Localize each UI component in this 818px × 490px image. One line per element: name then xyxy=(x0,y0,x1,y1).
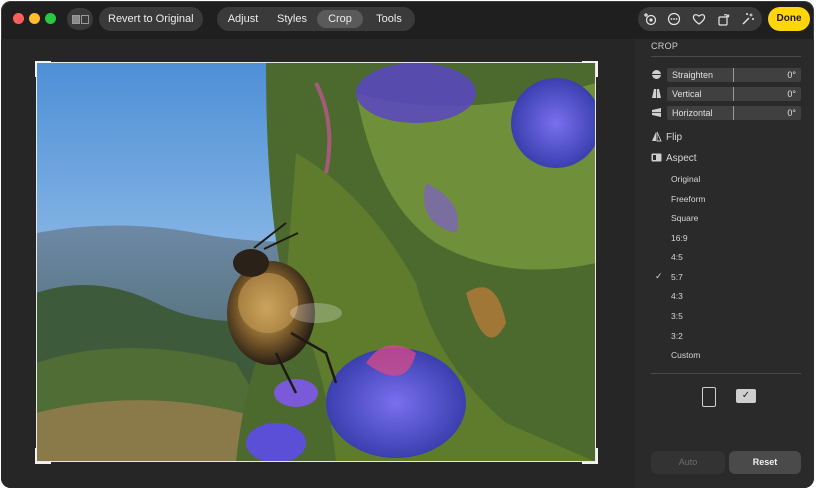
crop-sidebar: CROP Straighten 0° Vertical 0° Horizonta… xyxy=(635,39,814,488)
rotate-icon[interactable] xyxy=(715,10,733,28)
vertical-slider-row: Vertical 0° xyxy=(651,87,801,101)
crop-edge-bottom[interactable] xyxy=(36,461,596,462)
landscape-orientation-button[interactable]: ✓ xyxy=(736,389,756,403)
crop-handle-top-right[interactable] xyxy=(582,61,598,77)
aspect-icon xyxy=(651,153,662,162)
straighten-icon xyxy=(652,70,661,79)
aspect-option-freeform[interactable]: Freeform xyxy=(671,193,705,205)
add-enhance-icon[interactable] xyxy=(641,10,659,28)
aspect-option-3-2[interactable]: 3:2 xyxy=(671,330,683,342)
aspect-option-4-3[interactable]: 4:3 xyxy=(671,290,683,302)
aspect-option-original[interactable]: Original xyxy=(671,173,700,185)
divider xyxy=(651,373,801,374)
auto-button[interactable]: Auto xyxy=(651,451,725,474)
vertical-perspective-icon xyxy=(652,89,661,98)
tab-styles[interactable]: Styles xyxy=(271,10,313,28)
crop-handle-bottom-left[interactable] xyxy=(35,448,51,464)
tab-tools[interactable]: Tools xyxy=(367,10,411,28)
aspect-option-16-9[interactable]: 16:9 xyxy=(671,232,688,244)
minimize-window-button[interactable] xyxy=(29,13,40,24)
favorite-heart-icon[interactable] xyxy=(690,10,708,28)
aspect-option-custom[interactable]: Custom xyxy=(671,349,700,361)
auto-enhance-wand-icon[interactable] xyxy=(739,10,757,28)
aspect-option-3-5[interactable]: 3:5 xyxy=(671,310,683,322)
slider-center-mark xyxy=(733,106,734,120)
tab-crop[interactable]: Crop xyxy=(317,10,363,28)
tab-adjust[interactable]: Adjust xyxy=(223,10,263,28)
edit-mode-tabs: Adjust Styles Crop Tools xyxy=(217,7,415,31)
slider-center-mark xyxy=(733,87,734,101)
bee-on-flowers-photo xyxy=(36,63,596,462)
done-button[interactable]: Done xyxy=(768,7,810,31)
vertical-value: 0° xyxy=(787,89,796,99)
fullscreen-window-button[interactable] xyxy=(45,13,56,24)
crop-edge-top[interactable] xyxy=(36,62,596,63)
divider xyxy=(651,56,801,57)
photo-canvas xyxy=(1,39,635,488)
aspect-menu[interactable]: Aspect xyxy=(651,152,697,166)
vertical-slider[interactable]: Vertical 0° xyxy=(667,87,801,101)
straighten-value: 0° xyxy=(787,70,796,80)
crop-edge-left[interactable] xyxy=(36,62,37,462)
aspect-option-square[interactable]: Square xyxy=(671,212,698,224)
aspect-label: Aspect xyxy=(666,153,697,164)
horizontal-slider-row: Horizontal 0° xyxy=(651,106,801,120)
aspect-option-4-5[interactable]: 4:5 xyxy=(671,251,683,263)
crop-handle-bottom-right[interactable] xyxy=(582,448,598,464)
after-view-icon xyxy=(80,14,89,24)
flip-label: Flip xyxy=(666,132,683,143)
portrait-orientation-button[interactable] xyxy=(702,387,716,407)
more-icon[interactable] xyxy=(665,10,683,28)
vertical-label: Vertical xyxy=(672,89,702,99)
toolbar: Revert to Original Adjust Styles Crop To… xyxy=(1,1,814,39)
flip-icon xyxy=(652,131,662,142)
compare-view-button[interactable] xyxy=(67,8,93,30)
horizontal-slider[interactable]: Horizontal 0° xyxy=(667,106,801,120)
before-view-icon xyxy=(71,14,80,24)
horizontal-perspective-icon xyxy=(652,108,661,117)
horizontal-value: 0° xyxy=(787,108,796,118)
reset-button[interactable]: Reset xyxy=(729,451,801,474)
edit-action-icons xyxy=(638,7,762,31)
crop-edge-right[interactable] xyxy=(595,62,596,462)
photo-preview[interactable] xyxy=(36,63,596,462)
straighten-slider[interactable]: Straighten 0° xyxy=(667,68,801,82)
revert-to-original-button[interactable]: Revert to Original xyxy=(99,7,203,31)
photos-edit-window: Revert to Original Adjust Styles Crop To… xyxy=(1,1,814,488)
crop-section-title: CROP xyxy=(651,41,679,51)
close-window-button[interactable] xyxy=(13,13,24,24)
straighten-label: Straighten xyxy=(672,70,714,80)
aspect-option-5-7[interactable]: 5:7 xyxy=(671,271,683,283)
straighten-slider-row: Straighten 0° xyxy=(651,68,801,82)
crop-handle-top-left[interactable] xyxy=(35,61,51,77)
flip-button[interactable]: Flip xyxy=(651,131,682,145)
selected-checkmark-icon: ✓ xyxy=(741,390,751,401)
slider-center-mark xyxy=(733,68,734,82)
selected-checkmark-icon: ✓ xyxy=(655,271,663,281)
horizontal-label: Horizontal xyxy=(672,108,713,118)
